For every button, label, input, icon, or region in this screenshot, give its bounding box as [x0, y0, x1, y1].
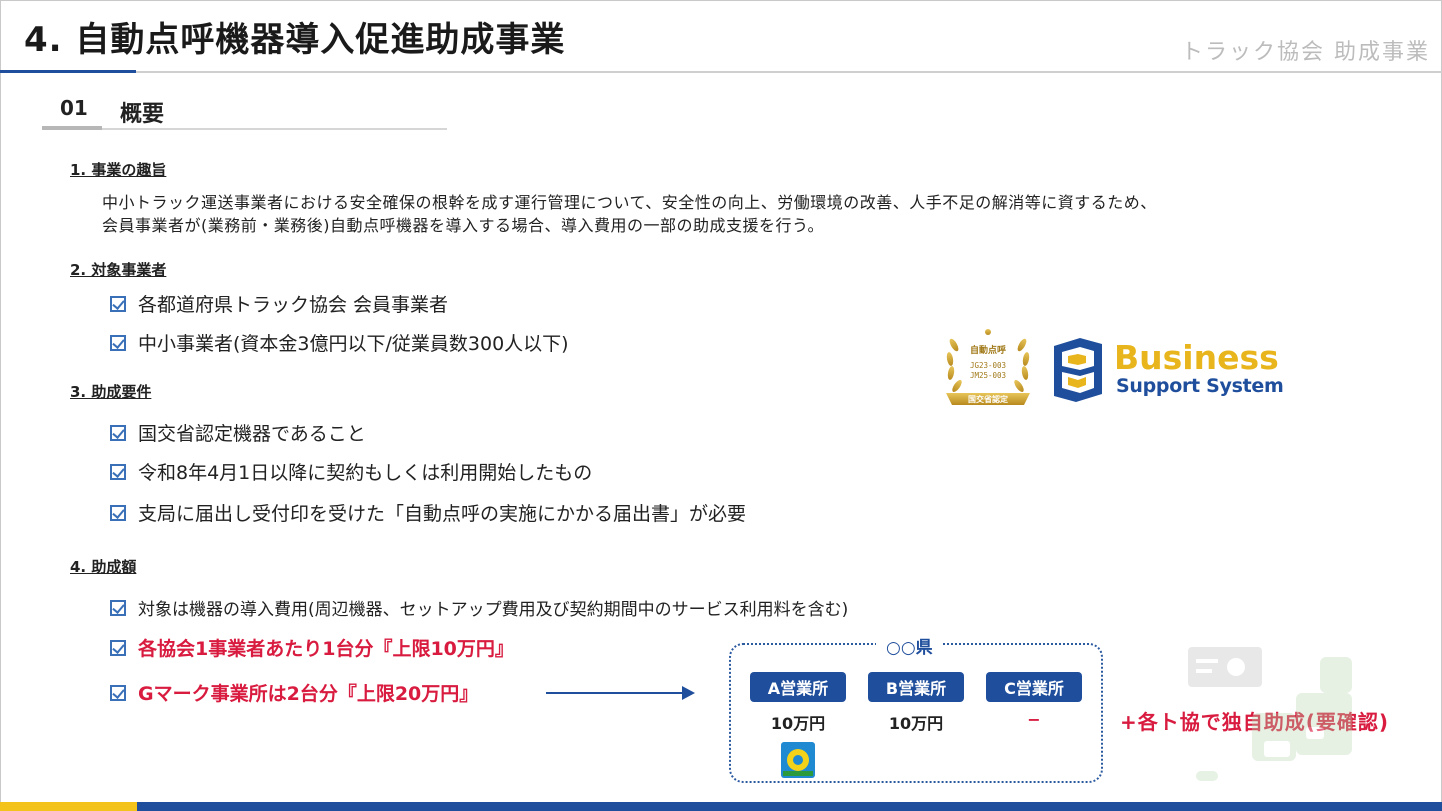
arrow-head [682, 686, 695, 700]
checkbox-icon [110, 504, 126, 521]
requirement-item-label: 国交省認定機器であること [138, 423, 366, 445]
target-item: 中小事業者(資本金3億円以下/従業員数300人以下) [110, 329, 569, 356]
amount-item-label: Gマーク事業所は2台分『上限20万円』 [138, 683, 479, 705]
bss-logo-icon [1054, 338, 1102, 402]
g-mark-icon [781, 742, 815, 778]
decorative-illustration [1188, 647, 1352, 781]
section-number: 01 [60, 96, 88, 120]
prefecture-label: ○○県 [876, 633, 943, 658]
amount-item-label: 対象は機器の導入費用(周辺機器、セットアップ費用及び契約期間中のサービス利用料を… [138, 600, 849, 620]
requirement-item-label: 支局に届出し受付印を受けた「自動点呼の実施にかかる届出書」が必要 [138, 503, 747, 525]
logo-text-business: Business [1114, 338, 1279, 377]
requirement-item: 国交省認定機器であること [110, 419, 366, 446]
checkbox-icon [110, 295, 126, 312]
amount-item: 各協会1事業者あたり1台分『上限10万円』 [110, 634, 514, 661]
checkbox-icon [110, 639, 126, 656]
badge-line-3: JM25-003 [970, 371, 1006, 380]
purpose-line-2: 会員事業者が(業務前・業務後)自動点呼機器を導入する場合、導入費用の一部の助成支… [102, 216, 825, 235]
badge-line-1: 自動点呼 [970, 344, 1006, 356]
slide-subtitle: トラック協会 助成事業 [1181, 40, 1430, 65]
checkbox-icon [110, 599, 126, 616]
badge-line-2: JG23-003 [970, 361, 1006, 370]
badge-ribbon: 国交省認定 [968, 394, 1008, 404]
targets-heading: 2. 対象事業者 [70, 261, 167, 279]
requirement-item: 支局に届出し受付印を受けた「自動点呼の実施にかかる届出書」が必要 [110, 499, 746, 526]
office-amount: 10万円 [888, 714, 944, 733]
footer-bar-gold [0, 802, 137, 811]
purpose-heading: 1. 事業の趣旨 [70, 161, 167, 179]
logo-text-support-system: Support System [1116, 375, 1284, 397]
amount-item: 対象は機器の導入費用(周辺機器、セットアップ費用及び契約期間中のサービス利用料を… [110, 595, 848, 620]
arrow-right-icon [546, 692, 684, 694]
office-amount: 10万円 [770, 714, 826, 733]
laurel-badge-icon: 自動点呼 JG23-003 JM25-003 国交省認定 [946, 329, 1030, 405]
office-badge: A営業所 [750, 672, 846, 702]
office-amount: − [1027, 710, 1041, 729]
amount-item: Gマーク事業所は2台分『上限20万円』 [110, 679, 478, 706]
purpose-line-1: 中小トラック運送事業者における安全確保の根幹を成す運行管理について、安全性の向上… [102, 193, 1157, 212]
checkbox-icon [110, 334, 126, 351]
office-badge: C営業所 [986, 672, 1082, 702]
title-divider [0, 71, 1442, 73]
amount-item-label: 各協会1事業者あたり1台分『上限10万円』 [138, 638, 514, 660]
target-item: 各都道府県トラック協会 会員事業者 [110, 290, 448, 317]
target-item-label: 各都道府県トラック協会 会員事業者 [138, 294, 449, 316]
slide-title: 4. 自動点呼機器導入促進助成事業 [24, 20, 566, 60]
title-divider-accent [0, 70, 136, 73]
checkbox-icon [110, 684, 126, 701]
section-title: 概要 [120, 102, 165, 127]
requirements-heading: 3. 助成要件 [70, 383, 152, 401]
requirement-item-label: 令和8年4月1日以降に契約もしくは利用開始したもの [138, 462, 593, 484]
target-item-label: 中小事業者(資本金3億円以下/従業員数300人以下) [138, 333, 569, 355]
requirement-item: 令和8年4月1日以降に契約もしくは利用開始したもの [110, 458, 592, 485]
section-divider [42, 128, 447, 130]
checkbox-icon [110, 424, 126, 441]
footer-bar-blue [137, 802, 1442, 811]
office-badge: B営業所 [868, 672, 964, 702]
checkbox-icon [110, 463, 126, 480]
amount-heading: 4. 助成額 [70, 558, 137, 576]
section-divider-accent [42, 126, 102, 130]
